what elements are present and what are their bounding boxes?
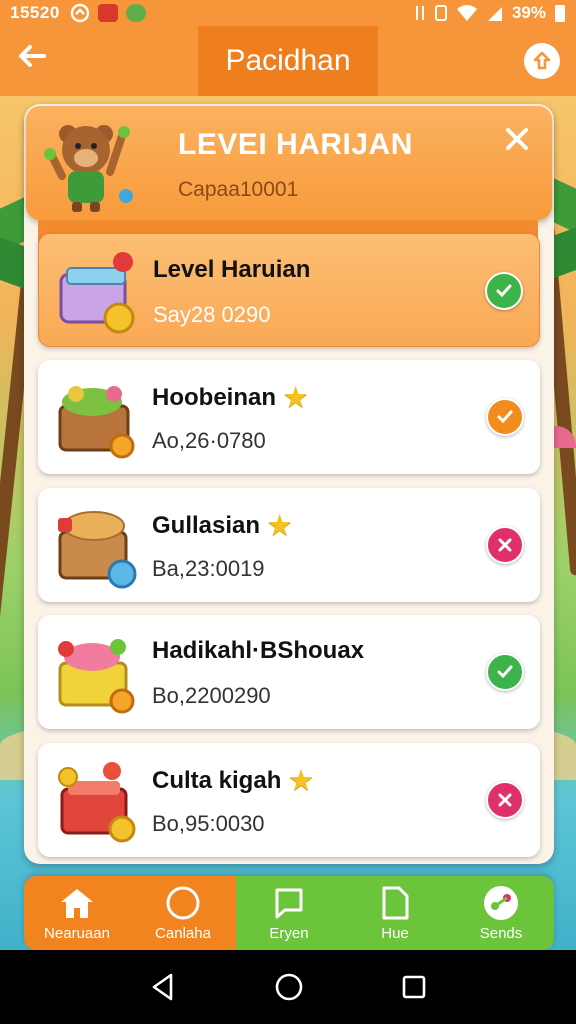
vibrate-icon [434,5,447,21]
level-code: Saу28 0290 [153,302,271,327]
star-icon: ★ [284,382,308,412]
nav-label: Nearuaan [44,924,110,942]
notification-icon [70,3,89,23]
signal-icon [487,7,502,21]
daily-level-header: LEVEI HARIJAN Caрaa10001 [26,106,552,220]
data-arrows-icon [415,6,424,20]
level-name: Gullasian ★ [152,510,292,540]
flag-icon [97,4,118,22]
status-check [486,653,524,691]
cross-icon [498,793,512,807]
nav-eryen[interactable]: Eryen [236,876,342,950]
upload-icon [533,51,551,70]
candy-basket-icon [58,639,135,714]
level-item[interactable]: Gullasian ★ Ba,23:0019 [38,488,540,602]
share-icon [484,885,518,920]
level-code: Bo,95:0030 [152,811,265,836]
wifi-icon [456,5,477,21]
home-circle-icon[interactable] [274,972,304,1002]
nav-home[interactable]: Nearuaan [24,876,130,950]
cross-icon [498,538,512,552]
battery-percent: 39% [511,3,546,22]
status-time: 15520 [10,3,60,22]
gift-chest-icon [58,762,136,843]
upload-button[interactable] [524,43,560,79]
nav-canlaha[interactable]: Canlaha [130,876,236,950]
level-item[interactable]: Level Haruian Saу28 0290 [38,233,540,347]
toy-box-icon [59,252,135,334]
level-item[interactable]: Hoobeinan ★ Ao,26·0780 [38,360,540,474]
battery-icon [555,5,565,22]
circle-icon [166,886,200,919]
recents-square-icon[interactable] [401,974,427,1000]
bear-mascot-icon [44,125,133,212]
status-check [485,272,523,310]
page-title: Pacidhan [225,44,351,77]
status-check [486,398,524,436]
check-icon [496,284,512,298]
vegetable-basket-icon [58,386,135,459]
chat-icon [275,888,303,918]
level-item[interactable]: Culta kigah ★ Bo,95:0030 [38,743,540,857]
level-code: Ao,26·0780 [152,428,266,453]
star-icon: ★ [268,510,292,540]
back-button[interactable] [12,40,52,80]
level-code: Ba,23:0019 [152,556,265,581]
page-title-box: Pacidhan [198,26,378,96]
status-cross [486,781,524,819]
header-title: LEVEI HARIJAN [178,128,413,161]
nav-sends[interactable]: Sends [448,876,554,950]
level-name: Culta kigah ★ [152,765,313,795]
status-bar: 15520 39% [0,0,576,26]
level-item[interactable]: Hadikahl·BShouax Bo,2200290 [38,615,540,729]
status-cross [486,526,524,564]
level-name: Hoobeinan ★ [152,382,308,412]
level-code: Bo,2200290 [152,683,271,708]
check-icon [497,410,513,424]
arrow-left-icon [19,45,46,67]
nav-label: Sends [479,924,523,942]
nav-hue[interactable]: Hue [342,876,448,950]
bottom-navigation: Nearuaan Canlaha Eryen Hue Sends [24,876,554,950]
bread-basket-icon [58,511,137,589]
header-subtitle: Caрaa10001 [178,178,299,201]
star-icon: ★ [289,765,313,795]
check-icon [497,665,513,679]
system-navigation-bar [0,950,576,1024]
app-notification-icon [125,4,146,22]
close-icon [506,128,528,150]
back-triangle-icon[interactable] [149,972,177,1002]
home-icon [61,888,93,918]
app-bar: Pacidhan [0,26,576,96]
nav-label: Canlaha [155,924,211,942]
document-icon [382,886,409,919]
close-button[interactable] [500,124,534,158]
level-name: Hadikahl·BShouax [152,637,365,664]
nav-label: Hue [381,924,409,942]
nav-label: Eryen [269,924,309,942]
level-name: Level Haruian [153,256,311,283]
